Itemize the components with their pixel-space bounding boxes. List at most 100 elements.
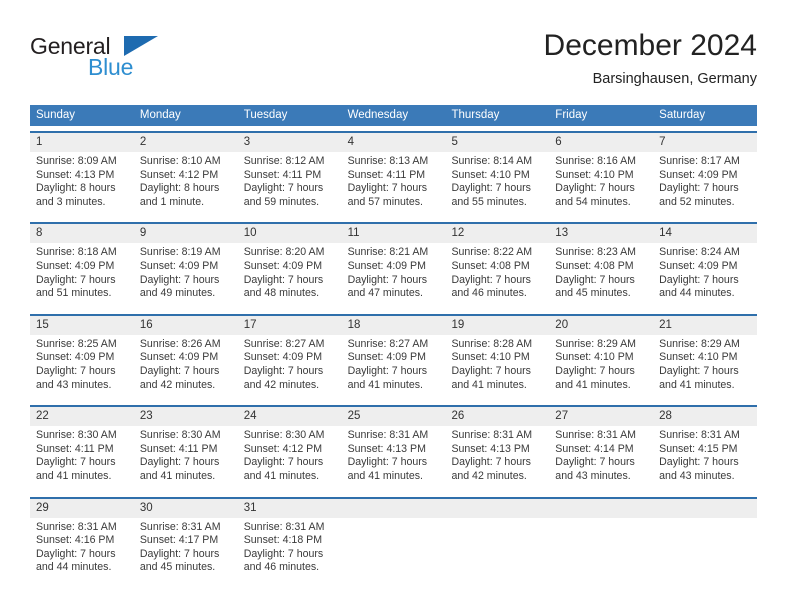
day-number: 15 [36,318,49,331]
week-row: 22 23 24 25 26 27 28 Sunrise: 8:30 AM Su… [30,405,757,492]
day-sun-info: Sunrise: 8:18 AM Sunset: 4:09 PM Dayligh… [36,246,117,300]
day-sun-info: Sunrise: 8:19 AM Sunset: 4:09 PM Dayligh… [139,246,221,300]
day-cell: Sunrise: 8:28 AM Sunset: 4:10 PM Dayligh… [445,335,549,400]
week-daynumber-band: 29 30 31 [30,498,757,518]
day-number-empty [445,499,549,518]
day-number: 9 [139,227,147,240]
day-cell: Sunrise: 8:18 AM Sunset: 4:09 PM Dayligh… [30,243,134,308]
day-sun-info: Sunrise: 8:09 AM Sunset: 4:13 PM Dayligh… [36,155,117,208]
day-number: 4 [347,136,354,148]
day-cell: Sunrise: 8:31 AM Sunset: 4:15 PM Dayligh… [653,426,757,491]
logo-text-blue: Blue [88,54,134,80]
day-number: 25 [347,410,361,423]
week-daynumber-band: 22 23 24 25 26 27 28 [30,407,757,427]
day-cell: Sunrise: 8:10 AM Sunset: 4:12 PM Dayligh… [134,152,238,217]
day-sun-info: Sunrise: 8:23 AM Sunset: 4:08 PM Dayligh… [555,246,636,300]
week-row: 15 16 17 18 19 20 21 Sunrise: 8:25 AM Su… [30,313,757,401]
day-number: 17 [243,318,257,331]
week-daynumber-band: 15 16 17 18 19 20 21 [30,315,757,335]
day-cell-empty [342,518,446,583]
weekday-header-tuesday: Tuesday [243,109,288,121]
day-number: 21 [659,318,672,331]
day-sun-info: Sunrise: 8:27 AM Sunset: 4:09 PM Dayligh… [347,337,429,391]
day-cell: Sunrise: 8:27 AM Sunset: 4:09 PM Dayligh… [238,335,342,400]
page-title: December 2024 [543,29,757,62]
day-cell: Sunrise: 8:31 AM Sunset: 4:14 PM Dayligh… [549,426,653,491]
day-cell: Sunrise: 8:25 AM Sunset: 4:09 PM Dayligh… [30,335,134,400]
day-cell: Sunrise: 8:17 AM Sunset: 4:09 PM Dayligh… [653,152,757,217]
week-daynumber-band: 1 2 3 4 5 6 7 [30,133,757,152]
weekday-header-wednesday: Wednesday [347,109,409,121]
weekday-header-saturday: Saturday [659,109,706,121]
day-sun-info: Sunrise: 8:12 AM Sunset: 4:11 PM Dayligh… [243,155,325,208]
day-sun-info: Sunrise: 8:14 AM Sunset: 4:10 PM Dayligh… [451,155,533,208]
day-sun-info: Sunrise: 8:17 AM Sunset: 4:09 PM Dayligh… [659,155,740,208]
day-cell: Sunrise: 8:27 AM Sunset: 4:09 PM Dayligh… [342,335,446,400]
day-sun-info: Sunrise: 8:13 AM Sunset: 4:11 PM Dayligh… [347,155,429,208]
day-sun-info: Sunrise: 8:31 AM Sunset: 4:13 PM Dayligh… [451,429,533,482]
day-cell: Sunrise: 8:31 AM Sunset: 4:17 PM Dayligh… [134,518,238,583]
day-number: 24 [243,410,257,423]
week-detail-row: Sunrise: 8:09 AM Sunset: 4:13 PM Dayligh… [30,152,757,218]
day-sun-info: Sunrise: 8:29 AM Sunset: 4:10 PM Dayligh… [659,337,740,391]
day-sun-info: Sunrise: 8:27 AM Sunset: 4:09 PM Dayligh… [243,337,325,391]
day-cell: Sunrise: 8:29 AM Sunset: 4:10 PM Dayligh… [653,335,757,400]
day-cell: Sunrise: 8:31 AM Sunset: 4:13 PM Dayligh… [445,426,549,491]
day-cell: Sunrise: 8:24 AM Sunset: 4:09 PM Dayligh… [653,243,757,308]
day-cell: Sunrise: 8:09 AM Sunset: 4:13 PM Dayligh… [30,152,134,217]
day-cell: Sunrise: 8:19 AM Sunset: 4:09 PM Dayligh… [134,243,238,308]
day-number: 27 [555,410,569,423]
day-number: 23 [139,410,153,423]
day-number: 6 [555,136,562,148]
day-cell: Sunrise: 8:21 AM Sunset: 4:09 PM Dayligh… [342,243,446,308]
page-subtitle: Barsinghausen, Germany [592,71,757,87]
day-cell: Sunrise: 8:26 AM Sunset: 4:09 PM Dayligh… [134,335,238,400]
day-sun-info: Sunrise: 8:31 AM Sunset: 4:15 PM Dayligh… [659,429,740,482]
general-blue-logo: General Blue [30,34,230,82]
day-number: 22 [36,410,49,423]
day-cell: Sunrise: 8:29 AM Sunset: 4:10 PM Dayligh… [549,335,653,400]
week-detail-row: Sunrise: 8:30 AM Sunset: 4:11 PM Dayligh… [30,426,757,492]
day-number: 13 [555,227,569,240]
day-cell: Sunrise: 8:31 AM Sunset: 4:18 PM Dayligh… [238,518,342,583]
day-number: 19 [451,318,465,331]
week-detail-row: Sunrise: 8:18 AM Sunset: 4:09 PM Dayligh… [30,243,757,309]
day-cell: Sunrise: 8:14 AM Sunset: 4:10 PM Dayligh… [445,152,549,217]
day-sun-info: Sunrise: 8:10 AM Sunset: 4:12 PM Dayligh… [139,155,221,208]
day-cell: Sunrise: 8:30 AM Sunset: 4:11 PM Dayligh… [30,426,134,491]
day-cell: Sunrise: 8:31 AM Sunset: 4:16 PM Dayligh… [30,518,134,583]
day-number: 14 [659,227,672,240]
page-header: General Blue December 2024 Barsinghausen… [30,28,757,100]
week-row: 1 2 3 4 5 6 7 Sunrise: 8:09 AM Sunset: 4… [30,131,757,218]
weekday-header-row: Sunday Monday Tuesday Wednesday Thursday… [30,105,757,126]
day-number: 7 [659,136,666,148]
week-detail-row: Sunrise: 8:31 AM Sunset: 4:16 PM Dayligh… [30,517,757,583]
day-sun-info: Sunrise: 8:21 AM Sunset: 4:09 PM Dayligh… [347,246,429,300]
day-cell: Sunrise: 8:12 AM Sunset: 4:11 PM Dayligh… [238,152,342,217]
weekday-header-sunday: Sunday [36,109,76,121]
day-number: 11 [347,227,360,240]
day-number: 10 [243,227,257,240]
day-sun-info: Sunrise: 8:29 AM Sunset: 4:10 PM Dayligh… [555,337,636,391]
day-number: 20 [555,318,569,331]
day-sun-info: Sunrise: 8:30 AM Sunset: 4:12 PM Dayligh… [243,429,325,482]
day-cell-empty [653,518,757,583]
day-number-empty [549,499,653,518]
weekday-header-monday: Monday [139,109,181,121]
title-block: December 2024 Barsinghausen, Germany [544,28,757,89]
day-sun-info: Sunrise: 8:16 AM Sunset: 4:10 PM Dayligh… [555,155,636,208]
calendar-table: Sunday Monday Tuesday Wednesday Thursday… [30,105,757,583]
day-cell: Sunrise: 8:22 AM Sunset: 4:08 PM Dayligh… [445,243,549,308]
day-sun-info: Sunrise: 8:31 AM Sunset: 4:13 PM Dayligh… [347,429,429,482]
day-number: 3 [243,136,251,148]
day-sun-info: Sunrise: 8:24 AM Sunset: 4:09 PM Dayligh… [659,246,740,300]
day-sun-info: Sunrise: 8:31 AM Sunset: 4:16 PM Dayligh… [36,520,117,574]
logo-triangle-icon [124,36,158,56]
week-row: 8 9 10 11 12 13 14 Sunrise: 8:18 AM Suns… [30,222,757,309]
day-number-empty [342,499,446,518]
day-sun-info: Sunrise: 8:25 AM Sunset: 4:09 PM Dayligh… [36,337,117,391]
calendar-page: General Blue December 2024 Barsinghausen… [0,0,792,612]
day-number: 12 [451,227,465,240]
week-daynumber-band: 8 9 10 11 12 13 14 [30,224,757,244]
day-number: 28 [659,410,672,423]
